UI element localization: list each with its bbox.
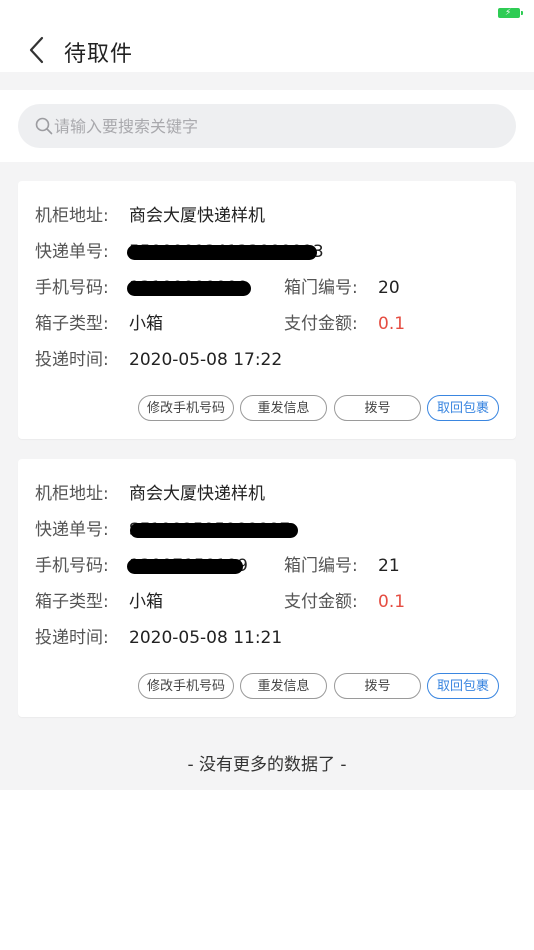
delivery-time-label: 投递时间: [35,628,109,648]
status-bar: ⚡ [0,0,534,24]
box-type-row: 箱子类型: 小箱 支付金额: 0.1 [35,590,515,614]
payment-value: 0.1 [378,314,406,334]
phone-row: 手机号码: 13100000000 箱门编号: 20 [35,276,515,300]
payment-label: 支付金额: [284,314,358,334]
tracking-label: 快递单号: [35,520,109,540]
delivery-time-value: 2020-05-08 11:21 [129,628,283,648]
box-type-row: 箱子类型: 小箱 支付金额: 0.1 [35,312,515,336]
dial-button[interactable]: 拨号 [334,673,421,699]
retrieve-button[interactable]: 取回包裹 [427,673,499,699]
back-button[interactable] [26,35,50,65]
resend-button[interactable]: 重发信息 [240,673,327,699]
door-label: 箱门编号: [284,278,358,298]
delivery-time-value: 2020-05-08 17:22 [129,350,283,370]
phone-label: 手机号码: [35,278,109,298]
address-value: 商会大厦快递样机 [129,206,265,226]
tracking-row: 快递单号: SF1082595988887 [35,518,335,542]
address-value: 商会大厦快递样机 [129,484,265,504]
edit-phone-button[interactable]: 修改手机号码 [138,395,234,421]
address-row: 机柜地址: 商会大厦快递样机 [35,482,265,506]
redaction-mark [127,559,243,574]
box-type-value: 小箱 [129,592,163,612]
order-card: 机柜地址: 商会大厦快递样机 快递单号: SF1082595988887 手机号… [18,459,516,717]
address-label: 机柜地址: [35,206,109,226]
chevron-left-icon [29,36,44,64]
nav-bar: 待取件 [0,24,534,72]
delivery-time-row: 投递时间: 2020-05-08 11:21 [35,626,515,650]
battery-icon: ⚡ [498,8,523,18]
edit-phone-button[interactable]: 修改手机号码 [138,673,234,699]
box-type-label: 箱子类型: [35,592,109,612]
retrieve-button[interactable]: 取回包裹 [427,395,499,421]
tracking-row: 快递单号: 550000134133000013 [35,240,335,264]
dial-button[interactable]: 拨号 [334,395,421,421]
redaction-mark [127,281,251,296]
resend-button[interactable]: 重发信息 [240,395,327,421]
delivery-time-row: 投递时间: 2020-05-08 17:22 [35,348,515,372]
no-more-data-text: - 没有更多的数据了 - [187,755,347,775]
door-label: 箱门编号: [284,556,358,576]
search-icon [35,117,53,135]
search-box [18,104,516,148]
tracking-label: 快递单号: [35,242,109,262]
phone-row: 手机号码: 13007158199 箱门编号: 21 [35,554,515,578]
box-type-label: 箱子类型: [35,314,109,334]
search-bar [0,90,534,162]
address-row: 机柜地址: 商会大厦快递样机 [35,204,265,228]
box-type-value: 小箱 [129,314,163,334]
order-card: 机柜地址: 商会大厦快递样机 快递单号: 550000134133000013 … [18,181,516,439]
door-value: 20 [378,278,400,298]
address-label: 机柜地址: [35,484,109,504]
page-title: 待取件 [64,42,134,67]
search-input[interactable] [54,104,494,148]
redaction-mark [127,245,317,260]
redaction-mark [130,523,298,538]
phone-label: 手机号码: [35,556,109,576]
payment-label: 支付金额: [284,592,358,612]
payment-value: 0.1 [378,592,406,612]
delivery-time-label: 投递时间: [35,350,109,370]
door-value: 21 [378,556,400,576]
